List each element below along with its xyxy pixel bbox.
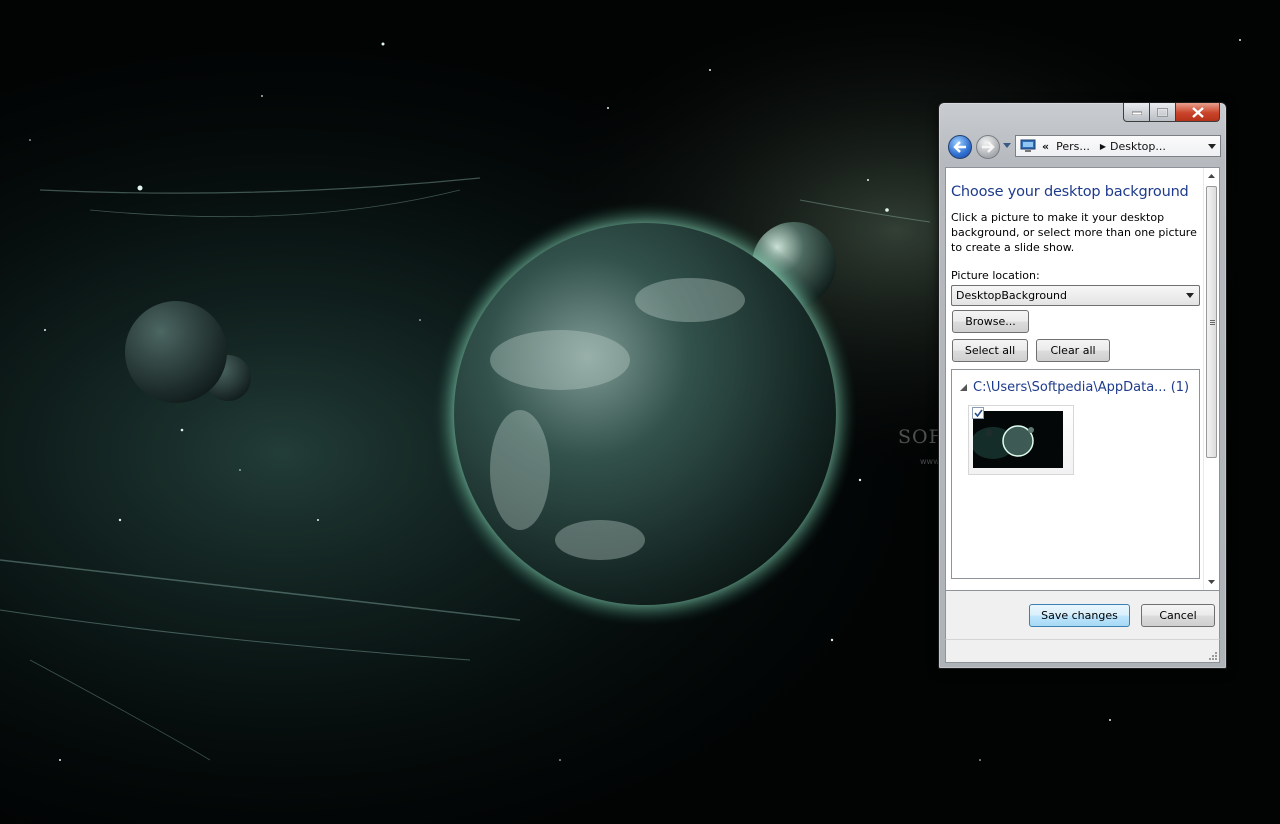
scroll-grip-icon [1210, 320, 1215, 325]
address-dropdown-icon[interactable] [1208, 144, 1216, 149]
page-title: Choose your desktop background [951, 184, 1189, 200]
thumbnail-checkbox[interactable] [972, 407, 984, 419]
clear-all-button[interactable]: Clear all [1036, 339, 1110, 362]
cancel-button[interactable]: Cancel [1141, 604, 1215, 627]
forward-button[interactable] [976, 135, 1000, 159]
minimize-button[interactable] [1123, 103, 1150, 122]
scroll-up-arrow-icon[interactable] [1208, 174, 1215, 178]
picture-gallery: C:\Users\Softpedia\AppData... (1) [951, 369, 1200, 579]
space-thumbnail-image [971, 411, 1063, 468]
caption-buttons [1123, 103, 1220, 122]
forward-arrow-icon [982, 141, 995, 153]
picture-location-value: DesktopBackground [956, 289, 1067, 302]
maximize-button[interactable] [1150, 103, 1176, 122]
breadcrumb-desktop-background[interactable]: Desktop... [1110, 140, 1166, 153]
resize-grip-icon[interactable] [1209, 652, 1217, 660]
vertical-scrollbar[interactable] [1203, 168, 1219, 590]
browse-button[interactable]: Browse... [952, 310, 1029, 333]
checkbox-check-icon [973, 409, 983, 417]
breadcrumb-separator-icon[interactable]: ▶ [1100, 142, 1106, 151]
wallpaper-thumbnail[interactable] [971, 411, 1063, 468]
collapse-triangle-icon[interactable] [960, 384, 967, 391]
back-button[interactable] [948, 135, 972, 159]
maximize-icon [1157, 107, 1168, 117]
navigation-bar: « Pers... ▶ Desktop... [947, 133, 1221, 161]
address-bar[interactable]: « Pers... ▶ Desktop... [1015, 135, 1221, 157]
address-overflow-chevron[interactable]: « [1042, 140, 1049, 153]
back-arrow-icon [953, 141, 966, 153]
picture-location-select[interactable]: DesktopBackground [951, 285, 1200, 306]
computer-icon [1020, 139, 1036, 152]
personalization-window: « Pers... ▶ Desktop... Choose your deskt… [938, 102, 1227, 669]
content-pane: Choose your desktop background Click a p… [945, 167, 1220, 591]
breadcrumb-personalization[interactable]: Pers... [1056, 140, 1090, 153]
close-button[interactable] [1176, 103, 1220, 122]
chevron-down-icon [1186, 293, 1194, 298]
scroll-down-arrow-icon[interactable] [1208, 580, 1215, 584]
scrollbar-thumb[interactable] [1206, 186, 1217, 458]
minimize-icon [1131, 111, 1142, 115]
page-description: Click a picture to make it your desktop … [951, 211, 1197, 254]
picture-location-label: Picture location: [951, 269, 1040, 282]
recent-pages-dropdown-icon[interactable] [1003, 143, 1011, 148]
select-all-button[interactable]: Select all [952, 339, 1028, 362]
gallery-item[interactable] [968, 405, 1074, 475]
gallery-group-header[interactable]: C:\Users\Softpedia\AppData... (1) [973, 380, 1189, 395]
status-bar [945, 639, 1220, 663]
save-changes-button[interactable]: Save changes [1029, 604, 1130, 627]
close-icon [1191, 106, 1204, 118]
footer-bar: Save changes Cancel [945, 591, 1220, 639]
